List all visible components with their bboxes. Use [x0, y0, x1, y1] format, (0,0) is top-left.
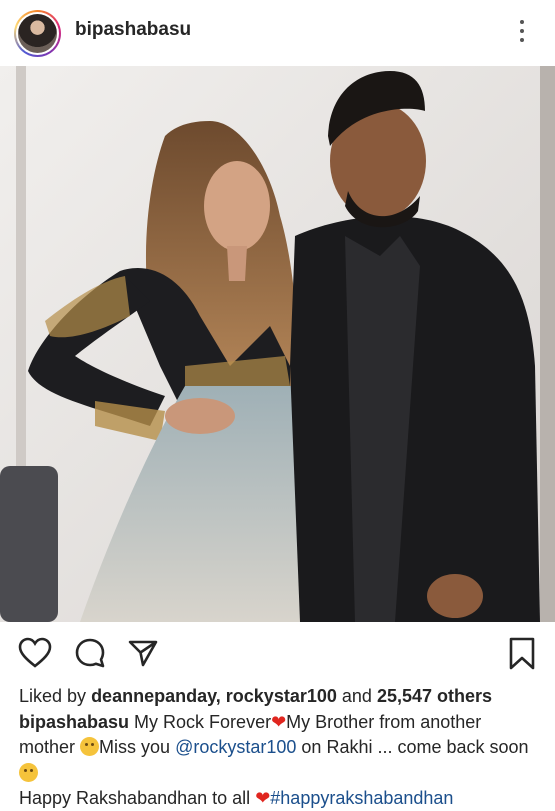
post-photo[interactable] [0, 66, 555, 622]
caption-part-5: Happy Rakshabandhan to all [19, 788, 251, 808]
likes-line: Liked by deannepanday, rockystar100 and … [19, 684, 539, 710]
heart-icon[interactable] [18, 637, 52, 669]
caption-username[interactable]: bipashabasu [19, 712, 129, 732]
bookmark-icon[interactable] [508, 637, 536, 671]
kissing-emoji-icon [19, 762, 38, 782]
share-icon[interactable] [127, 637, 159, 669]
post-actions [0, 622, 555, 682]
post-caption: Liked by deannepanday, rockystar100 and … [19, 684, 539, 811]
grinning-emoji-icon [80, 737, 100, 756]
comment-icon[interactable] [74, 637, 106, 669]
caption-part-3: Miss you [99, 737, 171, 757]
post-header: bipashabasu [0, 0, 555, 66]
post-username[interactable]: bipashabasu [75, 19, 191, 41]
caption-text: bipashabasu My Rock Forever❤My Brother f… [19, 710, 539, 787]
avatar[interactable] [14, 10, 61, 57]
post-photo-illustration [0, 66, 555, 622]
more-options-icon[interactable] [514, 18, 530, 44]
caption-part-4: on Rakhi ... come back soon [301, 737, 529, 757]
liker-1[interactable]: deannepanday, [91, 686, 221, 706]
avatar-ring [16, 12, 59, 55]
hashtag-link[interactable]: #happyrakshabandhan [270, 788, 453, 808]
caption-part-1: My Rock Forever [134, 711, 272, 732]
mention-link[interactable]: @rockystar100 [175, 737, 296, 757]
likes-count[interactable]: 25,547 others [377, 686, 492, 706]
likes-and: and [341, 686, 372, 706]
avatar-image [18, 14, 57, 53]
liker-2[interactable]: rockystar100 [226, 686, 337, 706]
caption-line-last: Happy Rakshabandhan to all ❤#happyraksha… [19, 786, 539, 811]
likes-prefix: Liked by [19, 686, 87, 706]
red-heart-emoji-icon: ❤ [271, 711, 287, 732]
red-heart-emoji-icon-2: ❤ [255, 788, 271, 808]
